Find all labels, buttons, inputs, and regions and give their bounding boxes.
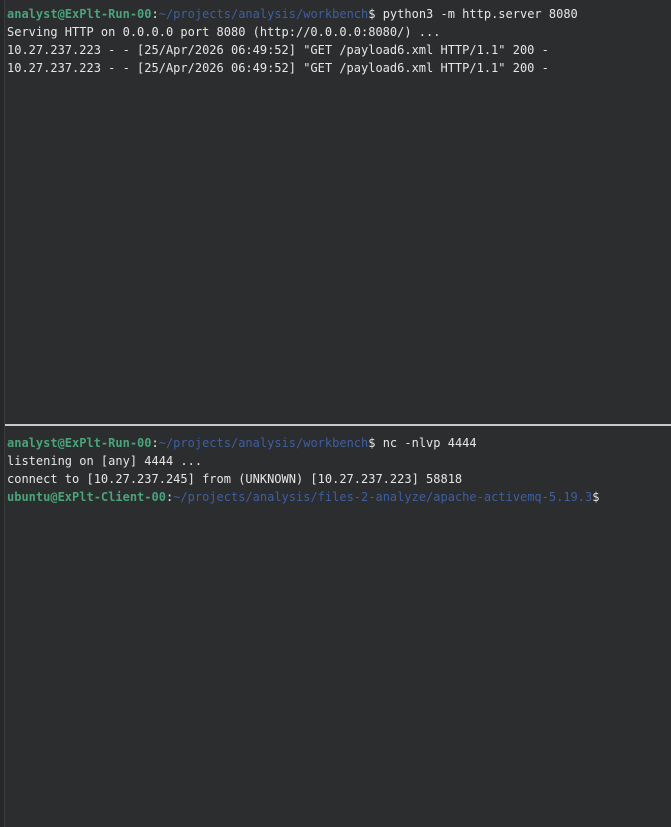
terminal-output-bottom: analyst@ExPlt-Run-00:~/projects/analysis… <box>7 434 667 506</box>
prompt-user-host: analyst@ExPlt-Run-00 <box>7 436 152 450</box>
output-line: connect to [10.27.237.245] from (UNKNOWN… <box>7 472 463 486</box>
terminal-pane-top[interactable]: analyst@ExPlt-Run-00:~/projects/analysis… <box>0 0 671 424</box>
terminal-output-top: analyst@ExPlt-Run-00:~/projects/analysis… <box>7 5 667 77</box>
window-left-edge <box>0 0 5 827</box>
prompt-command: python3 -m http.server 8080 <box>375 7 578 21</box>
remote-prompt-path: ~/projects/analysis/files-2-analyze/apac… <box>173 490 593 504</box>
output-line: 10.27.237.223 - - [25/Apr/2026 06:49:52]… <box>7 61 549 75</box>
prompt-separator: : <box>151 7 159 21</box>
output-line: listening on [any] 4444 ... <box>7 454 203 468</box>
remote-prompt-user-host: ubuntu@ExPlt-Client-00 <box>7 490 166 504</box>
remote-prompt-line[interactable]: ubuntu@ExPlt-Client-00:~/projects/analys… <box>7 488 667 506</box>
terminal-pane-bottom[interactable]: analyst@ExPlt-Run-00:~/projects/analysis… <box>0 426 671 827</box>
prompt-path: ~/projects/analysis/workbench <box>158 436 369 450</box>
prompt-user-host: analyst@ExPlt-Run-00 <box>7 7 152 21</box>
prompt-path: ~/projects/analysis/workbench <box>158 7 369 21</box>
output-line: 10.27.237.223 - - [25/Apr/2026 06:49:52]… <box>7 43 549 57</box>
prompt-command: nc -nlvp 4444 <box>375 436 477 450</box>
output-line: Serving HTTP on 0.0.0.0 port 8080 (http:… <box>7 25 441 39</box>
prompt-separator: : <box>151 436 159 450</box>
prompt-line-top: analyst@ExPlt-Run-00:~/projects/analysis… <box>7 5 667 23</box>
remote-prompt-symbol: $ <box>592 490 600 504</box>
prompt-line-bottom: analyst@ExPlt-Run-00:~/projects/analysis… <box>7 434 667 452</box>
